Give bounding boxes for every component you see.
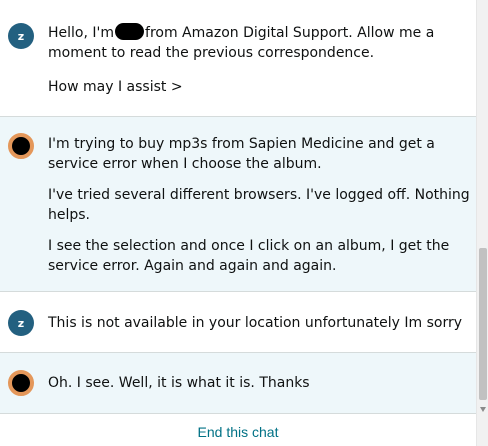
message-text-part: from Amazon Digital Support. Allow me a [145,25,435,41]
scrollbar-thumb[interactable] [479,248,487,400]
chat-footer: End this chat [0,417,476,446]
message-text: How may I assist > [48,79,183,95]
message-text-line: helps. [48,207,91,223]
chat-transcript: z Hello, I'm from Amazon Digital Support.… [0,0,476,417]
scroll-down-arrow-icon[interactable] [480,407,486,412]
chat-message-user: I'm trying to buy mp3s from Sapien Medic… [0,117,476,292]
message-text-line: service error when I choose the album. [48,156,322,172]
user-avatar [8,133,34,159]
end-chat-link[interactable]: End this chat [198,424,279,440]
redacted-name-mark [115,23,145,40]
message-text-line: I'm trying to buy mp3s from Sapien Medic… [48,136,435,152]
message-text: I've tried several different browsers. I… [48,185,470,225]
message-text-part: Hello, I'm [48,25,115,41]
message-text-line: moment to read the previous corresponden… [48,45,375,61]
chat-message-agent: z Hello, I'm from Amazon Digital Support.… [0,0,476,117]
message-text: I'm trying to buy mp3s from Sapien Medic… [48,134,435,174]
message-text-line: I see the selection and once I click on … [48,238,450,254]
message-text: Oh. I see. Well, it is what it is. Thank… [48,375,310,391]
message-text: This is not available in your location u… [48,315,463,331]
message-text: I see the selection and once I click on … [48,236,449,276]
chat-message-agent: z This is not available in your location… [0,292,476,353]
user-avatar [8,370,34,396]
agent-avatar: z [8,23,34,49]
chat-message-user: Oh. I see. Well, it is what it is. Thank… [0,353,476,414]
message-text-line: service error. Again and again and again… [48,258,337,274]
message-text: Hello, I'm from Amazon Digital Support. A… [48,23,434,63]
chat-scrollbar[interactable] [476,0,488,446]
agent-avatar: z [8,310,34,336]
message-text-line: I've tried several different browsers. I… [48,187,470,203]
